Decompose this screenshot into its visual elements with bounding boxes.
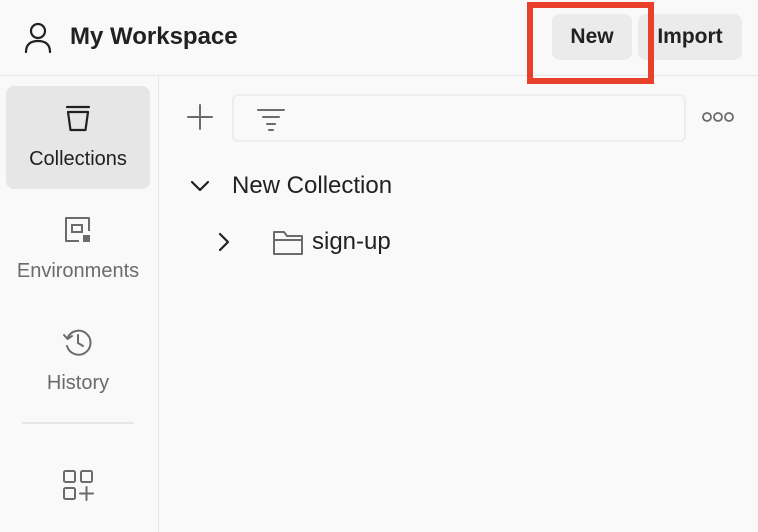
filter-icon[interactable] <box>256 106 286 132</box>
trash-can-icon <box>62 102 94 134</box>
chevron-right-icon[interactable] <box>214 230 234 254</box>
plus-icon[interactable] <box>185 102 215 132</box>
sidebar-divider <box>22 422 134 424</box>
sidebar: Collections Environments History <box>0 76 159 532</box>
user-icon <box>22 20 54 54</box>
more-options-icon[interactable] <box>702 110 734 124</box>
collection-name[interactable]: New Collection <box>232 170 392 202</box>
sidebar-item-history[interactable]: History <box>6 310 150 413</box>
workspace-title[interactable]: My Workspace <box>70 22 238 52</box>
sidebar-item-label: Collections <box>29 148 127 170</box>
sidebar-item-label: Environments <box>16 260 140 282</box>
apps-add-icon[interactable] <box>61 468 95 502</box>
sidebar-item-environments[interactable]: Environments <box>6 198 150 301</box>
sidebar-item-collections[interactable]: Collections <box>6 86 150 189</box>
workspace-header: My Workspace New Import <box>0 0 758 84</box>
search-input[interactable] <box>232 94 686 142</box>
history-icon <box>62 326 94 358</box>
new-button[interactable]: New <box>552 14 632 60</box>
import-button[interactable]: Import <box>638 14 742 60</box>
folder-icon <box>272 228 304 256</box>
chevron-down-icon[interactable] <box>188 176 212 196</box>
sidebar-item-label: History <box>46 372 110 394</box>
folder-name[interactable]: sign-up <box>312 226 391 258</box>
environment-icon <box>62 214 94 246</box>
